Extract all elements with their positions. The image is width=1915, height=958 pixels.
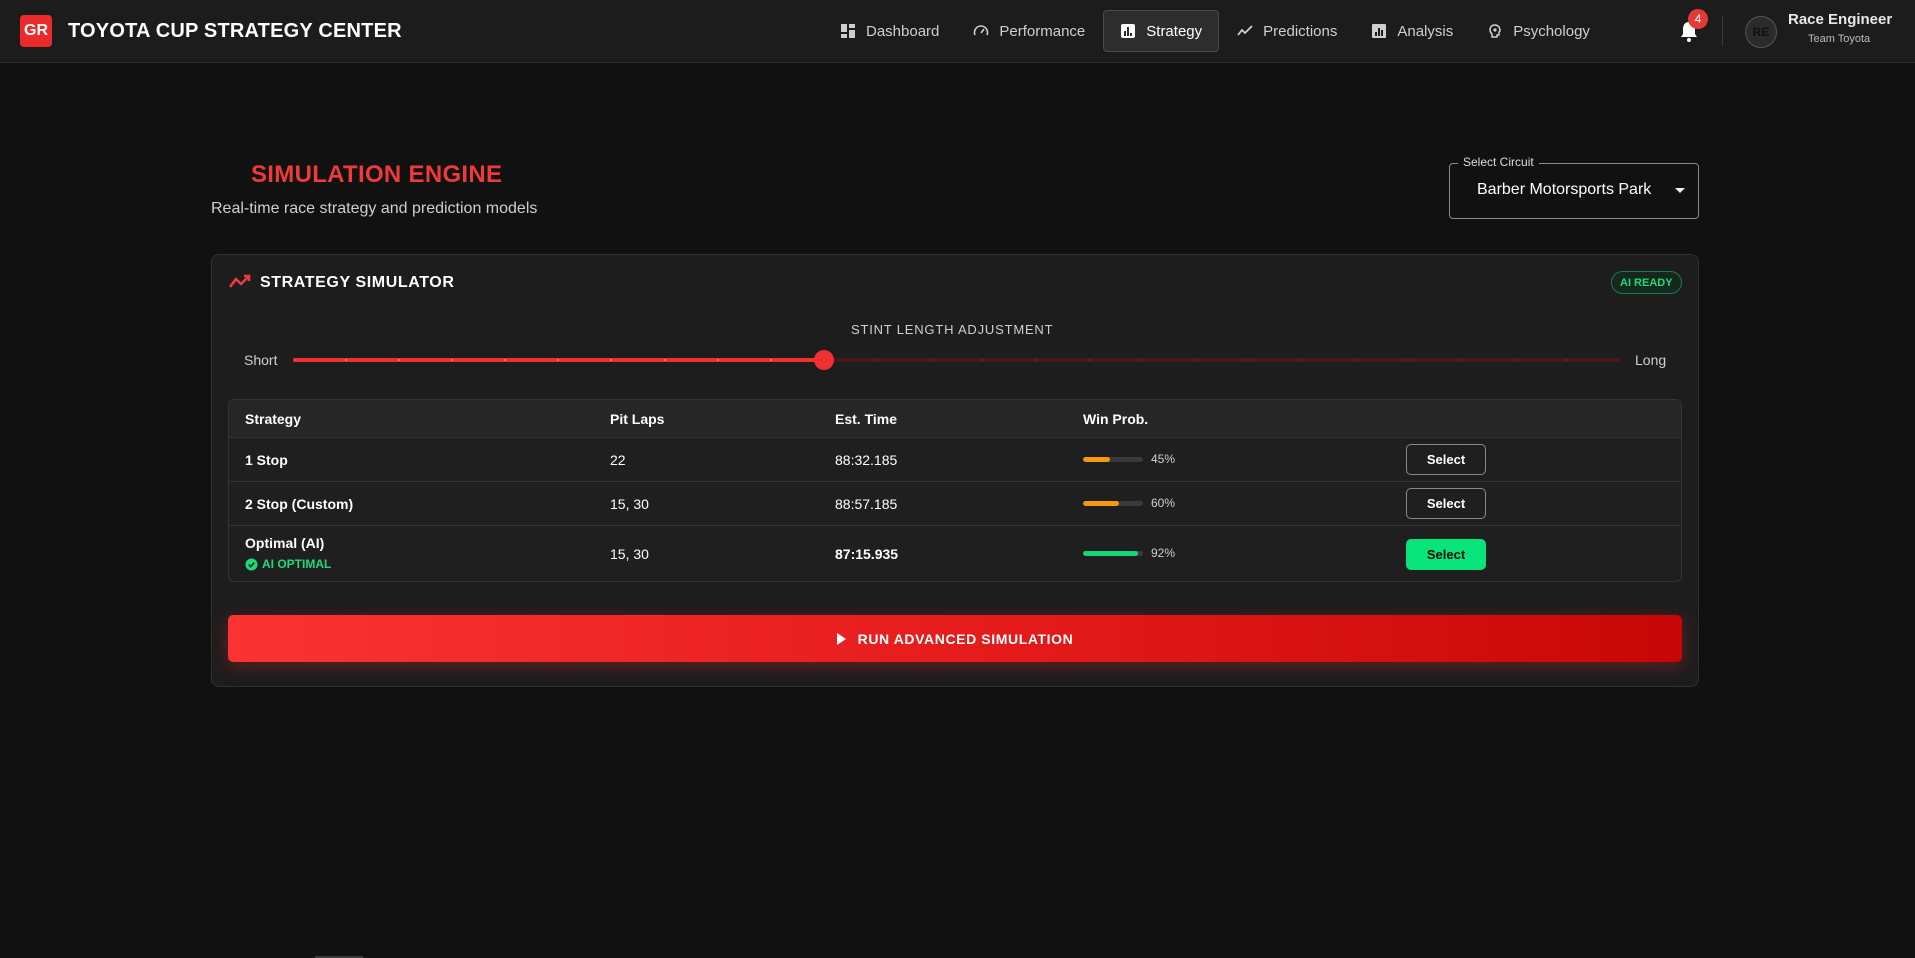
nav-analysis-label: Analysis [1397,22,1454,40]
nav-psychology-label: Psychology [1513,22,1590,40]
slider-min-label: Short [244,352,278,368]
ai-optimal-tag: AI OPTIMAL [245,557,331,571]
ai-optimal-label: AI OPTIMAL [262,557,332,571]
play-icon [836,632,846,645]
chevron-down-icon[interactable] [1675,188,1685,193]
column-header-est-time: Est. Time [835,411,897,427]
nav-predictions-label: Predictions [1263,22,1338,40]
slider-tick [1512,359,1515,361]
win-prob-fill [1083,457,1110,462]
top-app-bar: GR TOYOTA CUP STRATEGY CENTER Dashboard … [0,0,1915,63]
nav-strategy-label: Strategy [1146,22,1203,40]
strategy-name: Optimal (AI) [245,535,325,551]
select-strategy-button[interactable]: Select [1406,488,1486,519]
pit-laps: 15, 30 [610,496,649,512]
win-prob-value: 92% [1151,546,1176,560]
slider-tick [716,359,719,361]
win-prob-fill [1083,551,1139,556]
slider-tick [769,359,772,361]
table-row: 1 Stop 22 88:32.185 45% Select [229,438,1681,482]
slider-tick [875,359,878,361]
nav-psychology[interactable]: Psychology [1471,10,1606,52]
win-prob-value: 45% [1151,452,1176,466]
main-nav: Dashboard Performance Strategy Predictio… [824,10,1608,52]
column-header-strategy: Strategy [245,411,302,427]
strategy-name: 1 Stop [245,452,288,468]
page-subtitle: Real-time race strategy and prediction m… [211,200,538,217]
page-title: SIMULATION ENGINE [251,161,503,188]
table-header: Strategy Pit Laps Est. Time Win Prob. [229,400,1681,438]
user-name: Race Engineer [1788,11,1893,28]
nav-performance-label: Performance [999,22,1086,40]
user-team: Team Toyota [1808,33,1871,45]
est-time: 87:15.935 [835,546,899,562]
card-title: STRATEGY SIMULATOR [260,274,455,291]
slider-tick [1406,359,1409,361]
run-simulation-label: RUN ADVANCED SIMULATION [857,630,1074,647]
strategy-name: 2 Stop (Custom) [245,496,354,512]
win-prob-bar [1083,457,1143,462]
analytics-icon [1372,24,1387,38]
slider-tick [1565,359,1568,361]
win-prob-bar [1083,551,1143,556]
dashboard-icon [841,24,855,38]
est-time: 88:32.185 [835,452,898,468]
circuit-select-value[interactable]: Barber Motorsports Park [1477,181,1651,199]
win-prob-value: 60% [1151,496,1176,510]
slider-tick [1247,359,1250,361]
bar-chart-icon [1121,24,1136,38]
strategy-table: Strategy Pit Laps Est. Time Win Prob. 1 … [228,399,1682,582]
slider-tick [1194,359,1197,361]
run-advanced-simulation-button[interactable]: RUN ADVANCED SIMULATION [228,615,1682,662]
slider-tick [1035,359,1038,361]
slider-label: STINT LENGTH ADJUSTMENT [851,322,1054,337]
slider-tick [1300,359,1303,361]
slider-thumb[interactable] [813,350,834,370]
select-strategy-button[interactable]: Select [1406,444,1486,475]
avatar[interactable]: RE [1745,16,1777,48]
circuit-select-label: Select Circuit [1458,155,1539,169]
slider-tick [928,359,931,361]
stint-length-slider[interactable] [293,350,1620,370]
nav-performance[interactable]: Performance [957,10,1101,52]
slider-tick [1459,359,1462,361]
slider-max-label: Long [1635,352,1667,368]
est-time: 88:57.185 [835,496,898,512]
pit-laps: 22 [610,452,626,468]
app-title: TOYOTA CUP STRATEGY CENTER [68,20,402,42]
nav-dashboard[interactable]: Dashboard [824,10,955,52]
header-divider [1722,16,1723,46]
slider-tick [982,359,985,361]
win-prob-fill [1083,501,1119,506]
nav-analysis[interactable]: Analysis [1355,10,1469,52]
trend-line-icon [229,274,251,288]
nav-strategy[interactable]: Strategy [1103,10,1220,52]
slider-tick [1353,359,1356,361]
nav-predictions[interactable]: Predictions [1221,10,1353,52]
column-header-win-prob: Win Prob. [1083,411,1149,427]
trend-line-icon [1237,25,1253,36]
nav-dashboard-label: Dashboard [866,22,940,40]
notification-count-badge: 4 [1688,9,1708,29]
slider-tick [1088,359,1091,361]
column-header-pit-laps: Pit Laps [610,411,665,427]
select-strategy-button[interactable]: Select [1406,539,1486,570]
pit-laps: 15, 30 [610,546,649,562]
slider-tick [663,359,666,361]
status-badge: AI READY [1611,271,1682,294]
table-row: Optimal (AI) AI OPTIMAL 15, 30 87:15.935… [229,526,1681,581]
slider-tick [1141,359,1144,361]
gr-logo[interactable]: GR [20,15,52,47]
speedometer-icon [974,25,989,36]
win-prob-bar [1083,501,1143,506]
check-circle-icon [245,557,258,571]
brain-icon [1489,24,1501,38]
table-row: 2 Stop (Custom) 15, 30 88:57.185 60% Sel… [229,482,1681,526]
